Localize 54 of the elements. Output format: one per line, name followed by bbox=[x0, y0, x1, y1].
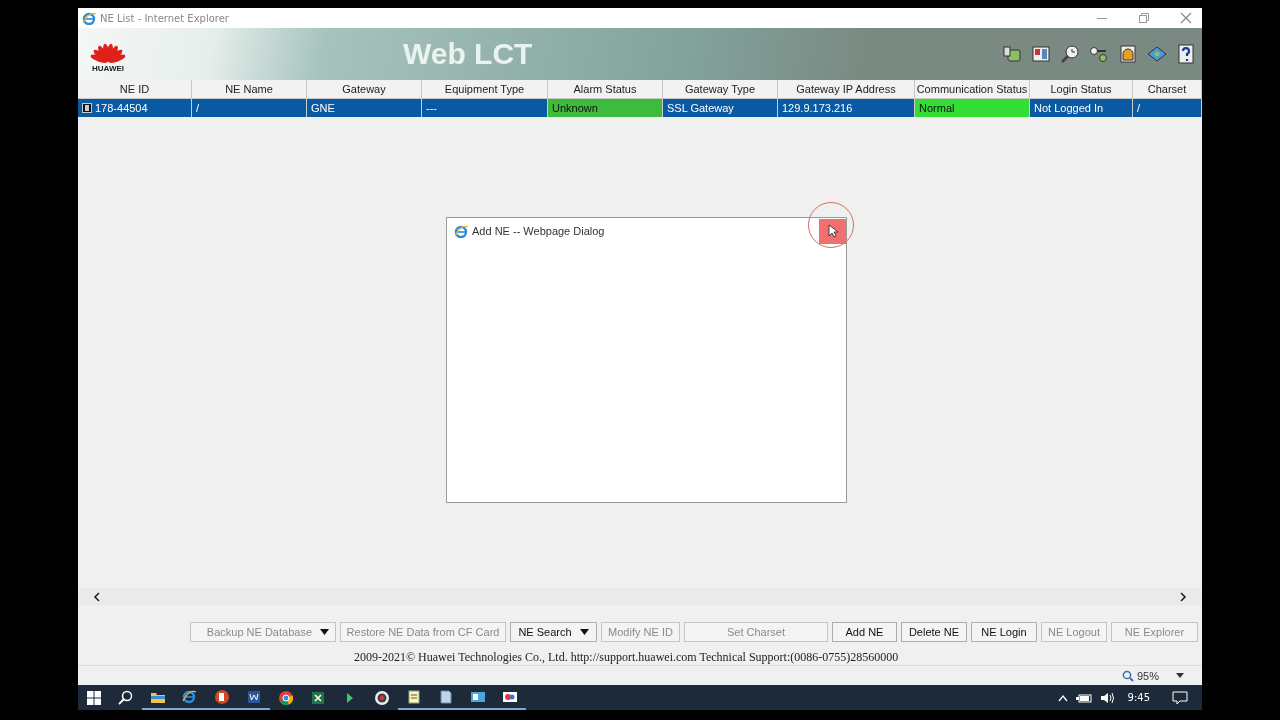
table-cell: / bbox=[192, 99, 307, 117]
zoom-icon[interactable] bbox=[1121, 669, 1134, 682]
table-cell: Not Logged In bbox=[1030, 99, 1133, 117]
action-button[interactable]: Add NE bbox=[832, 622, 897, 642]
caret-icon bbox=[320, 629, 329, 635]
login-icon[interactable] bbox=[1002, 44, 1022, 64]
volume-icon[interactable] bbox=[1099, 691, 1114, 704]
close-icon[interactable] bbox=[1180, 12, 1192, 24]
column-header[interactable]: Charset bbox=[1133, 80, 1202, 99]
caret-icon[interactable] bbox=[1176, 673, 1184, 678]
home-icon[interactable] bbox=[1118, 44, 1138, 64]
action-button[interactable]: NE Login bbox=[971, 622, 1037, 642]
chevron-up-icon[interactable] bbox=[1057, 693, 1068, 702]
logo-text: HUAWEI bbox=[92, 63, 124, 73]
column-header[interactable]: Alarm Status bbox=[548, 80, 663, 99]
clock-time[interactable]: 9:45 bbox=[1127, 692, 1150, 703]
action-button[interactable]: Delete NE bbox=[901, 622, 967, 642]
table-cell: GNE bbox=[307, 99, 422, 117]
horizontal-scrollbar[interactable] bbox=[79, 588, 1201, 605]
table-row[interactable]: 178-44504 / GNE --- Unknown SSL Gateway 129.9.173.216 Normal Not Logged In / bbox=[78, 99, 1202, 117]
caret-icon bbox=[579, 629, 589, 635]
table-cell: --- bbox=[422, 99, 548, 117]
column-header[interactable]: Gateway Type bbox=[663, 80, 778, 99]
zoom-level[interactable]: 95% bbox=[1136, 669, 1159, 682]
column-header[interactable]: Gateway bbox=[307, 80, 422, 99]
notifications-icon[interactable] bbox=[1172, 690, 1188, 705]
copyright-text: 2009-2021© Huawei Technologies Co., Ltd. http://support.huawei.com Technical Support:(0086-0755)28560000 bbox=[354, 650, 900, 665]
browser-icon bbox=[82, 11, 96, 25]
table-cell: Normal bbox=[915, 99, 1030, 117]
column-header[interactable]: NE Name bbox=[192, 80, 307, 99]
table-cell: Unknown bbox=[548, 99, 663, 117]
browser-icon bbox=[454, 224, 468, 238]
battery-icon[interactable] bbox=[1075, 692, 1092, 703]
restore-icon[interactable] bbox=[1138, 12, 1150, 24]
column-header[interactable]: NE ID bbox=[78, 80, 192, 99]
dropdown-button[interactable]: NE Search bbox=[510, 622, 597, 642]
scroll-right-icon[interactable] bbox=[1179, 591, 1187, 602]
close-button[interactable] bbox=[819, 218, 846, 244]
window-title: NE List - Internet Explorer bbox=[100, 12, 229, 24]
help-icon[interactable] bbox=[1176, 44, 1196, 64]
table-cell: 178-44504 bbox=[78, 99, 192, 117]
app-title: Web LCT bbox=[403, 37, 533, 71]
table-cell: / bbox=[1133, 99, 1202, 117]
dialog-title: Add NE -- Webpage Dialog bbox=[472, 225, 605, 237]
column-header[interactable]: Gateway IP Address bbox=[778, 80, 915, 99]
column-header[interactable]: Communication Status bbox=[915, 80, 1030, 99]
scroll-left-icon[interactable] bbox=[93, 591, 101, 602]
device-icon bbox=[82, 103, 92, 113]
column-header[interactable]: Equipment Type bbox=[422, 80, 548, 99]
cursor-icon bbox=[827, 224, 838, 238]
book-icon[interactable] bbox=[1031, 44, 1051, 64]
column-header[interactable]: Login Status bbox=[1030, 80, 1133, 99]
table-cell: SSL Gateway bbox=[663, 99, 778, 117]
table-cell: 129.9.173.216 bbox=[778, 99, 915, 117]
